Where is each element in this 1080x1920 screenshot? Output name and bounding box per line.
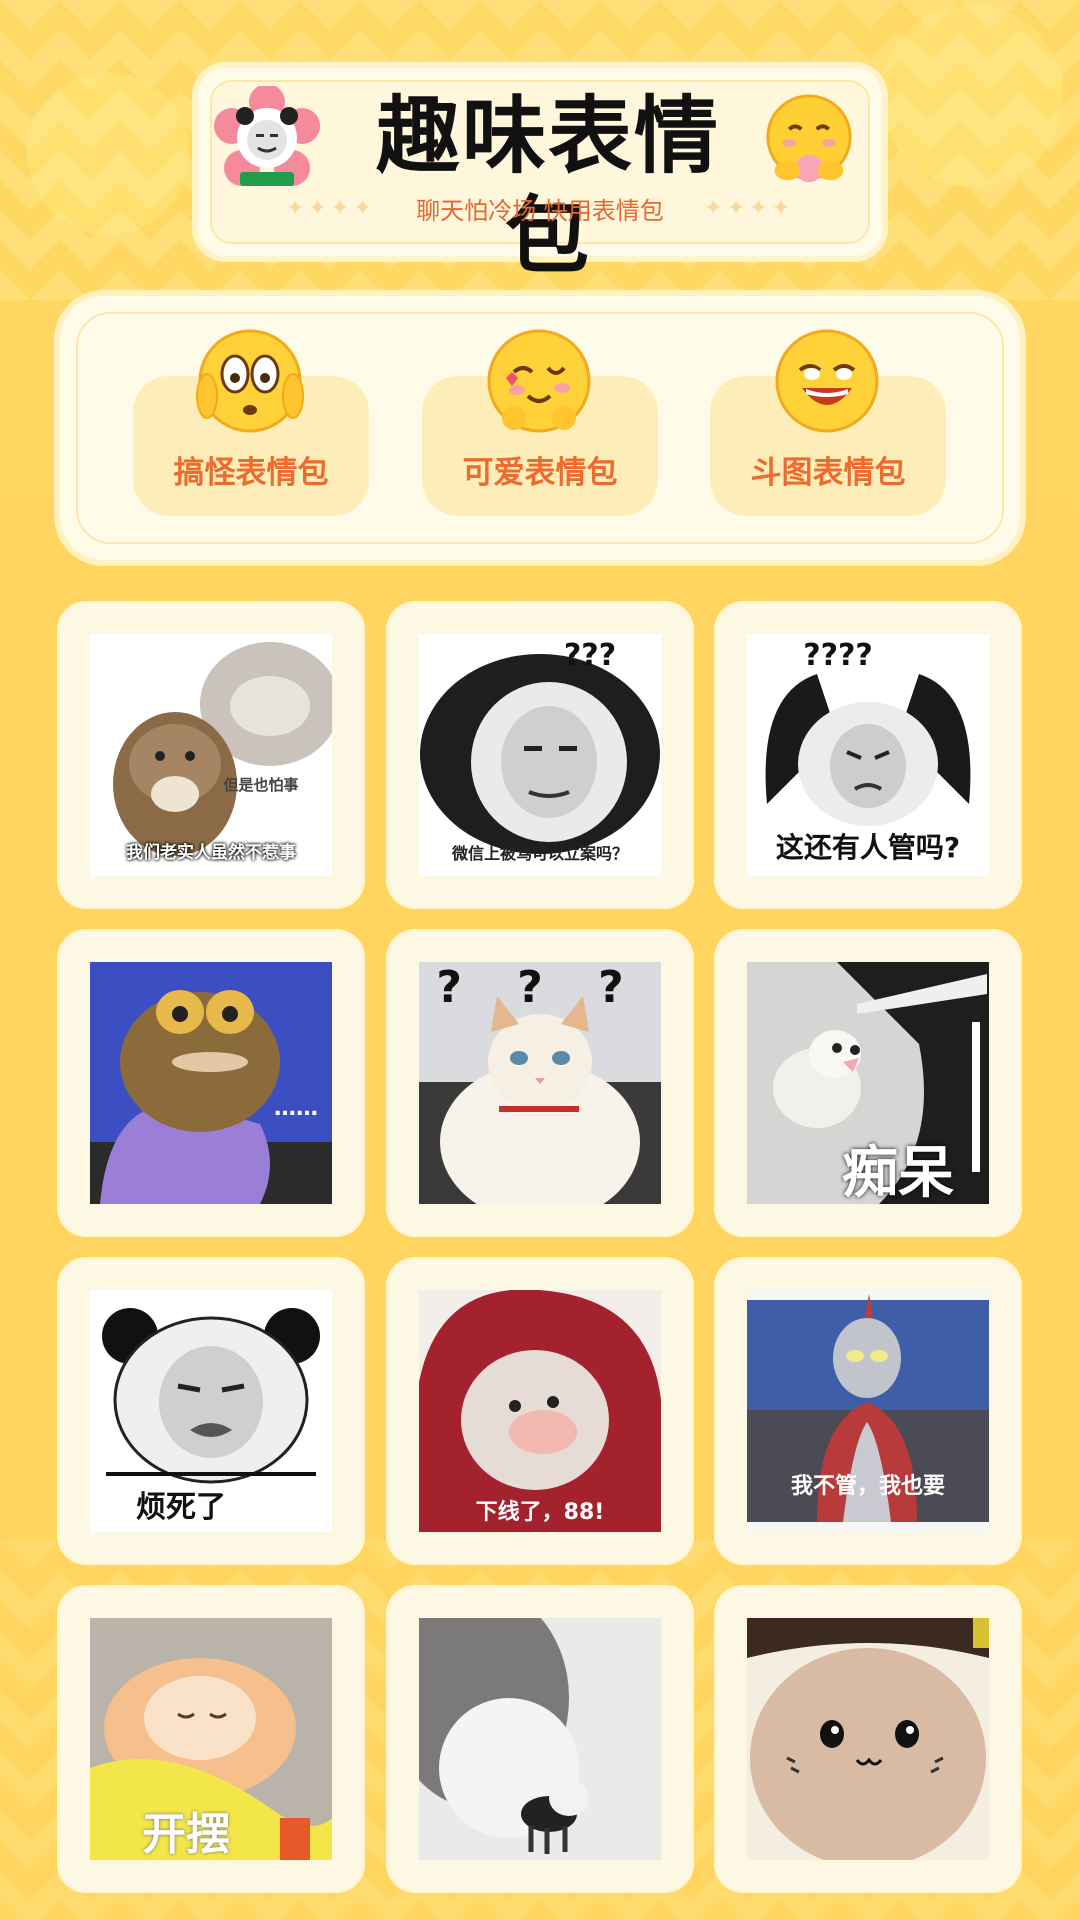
sticker-caption: 我们老实人虽然不惹事 xyxy=(126,843,296,863)
category-funny[interactable]: 搞怪表情包 xyxy=(133,329,369,516)
cat-with-cat-meme-image xyxy=(419,1618,661,1860)
sticker-card[interactable]: ??? 微信上被骂可以立案吗？ xyxy=(389,604,691,906)
sticker-caption: 微信上被骂可以立案吗？ xyxy=(451,844,628,863)
sticker-card[interactable]: ? ? ? xyxy=(389,932,691,1234)
category-panel: 搞怪表情包 可爱表情包 斗图表情包 xyxy=(60,296,1020,560)
decor-stars-right: ✦✦✦✦ xyxy=(704,196,794,221)
sticker-card[interactable] xyxy=(389,1588,691,1890)
panda-annoyed-meme-image: 烦死了 xyxy=(90,1290,332,1532)
panda-flower-icon xyxy=(214,86,320,186)
category-battle[interactable]: 斗图表情包 xyxy=(710,329,946,516)
sticker-caption-top: 但是也怕事 xyxy=(223,776,299,794)
panda-meme-image: ??? 微信上被骂可以立案吗？ xyxy=(419,634,661,876)
bird-meme-image: 痴呆 xyxy=(747,962,989,1204)
header-banner: 趣味表情包 ✦✦✦✦ 聊天怕冷场 快用表情包 ✦✦✦✦ xyxy=(198,68,882,285)
sticker-caption: …… xyxy=(274,1096,318,1121)
sticker-card[interactable]: …… xyxy=(60,932,362,1234)
sticker-caption: 这还有人管吗? xyxy=(775,831,961,864)
sticker-card[interactable]: 我不管，我也要 xyxy=(717,1260,1019,1562)
sticker-card[interactable]: 下线了，88! xyxy=(389,1260,691,1562)
question-marks: ? ? ? xyxy=(436,962,644,1013)
sticker-card[interactable] xyxy=(717,1588,1019,1890)
sleeping-cat-meme-image: 开摆 xyxy=(90,1618,332,1860)
laughing-face-icon xyxy=(775,329,879,433)
question-marks: ???? xyxy=(803,638,873,673)
page-title: 趣味表情包 xyxy=(375,87,720,285)
chiikawa-meme-image xyxy=(747,1618,989,1860)
sticker-card[interactable]: 痴呆 xyxy=(717,932,1019,1234)
panda-raised-hands-meme-image: ???? 这还有人管吗? xyxy=(747,634,989,876)
category-label: 可爱表情包 xyxy=(462,455,618,491)
sticker-card[interactable]: 但是也怕事 我们老实人虽然不惹事 xyxy=(60,604,362,906)
sticker-caption: 下线了，88! xyxy=(475,1500,605,1525)
category-cute[interactable]: 可爱表情包 xyxy=(422,329,658,516)
sticker-card[interactable]: ???? 这还有人管吗? xyxy=(717,604,1019,906)
confused-cat-meme-image: ? ? ? xyxy=(419,962,661,1204)
wink-heart-face-icon xyxy=(487,329,591,433)
fish-man-meme-image: …… xyxy=(90,962,332,1204)
sticker-caption: 烦死了 xyxy=(136,1490,226,1525)
hooded-duck-meme-image: 下线了，88! xyxy=(419,1290,661,1532)
question-marks: ??? xyxy=(563,638,617,673)
hugging-face-icon xyxy=(766,94,852,183)
sticker-caption: 我不管，我也要 xyxy=(790,1474,945,1499)
category-label: 斗图表情包 xyxy=(750,455,906,491)
category-label: 搞怪表情包 xyxy=(173,455,329,491)
cat-meme-image: 但是也怕事 我们老实人虽然不惹事 xyxy=(90,634,332,876)
sticker-card[interactable]: 开摆 xyxy=(60,1588,362,1890)
shocked-face-icon xyxy=(196,329,304,433)
sticker-card[interactable]: 烦死了 xyxy=(60,1260,362,1562)
sticker-caption: 开摆 xyxy=(142,1809,230,1860)
sticker-caption: 痴呆 xyxy=(842,1141,954,1204)
ultraman-meme-image: 我不管，我也要 xyxy=(747,1290,989,1532)
